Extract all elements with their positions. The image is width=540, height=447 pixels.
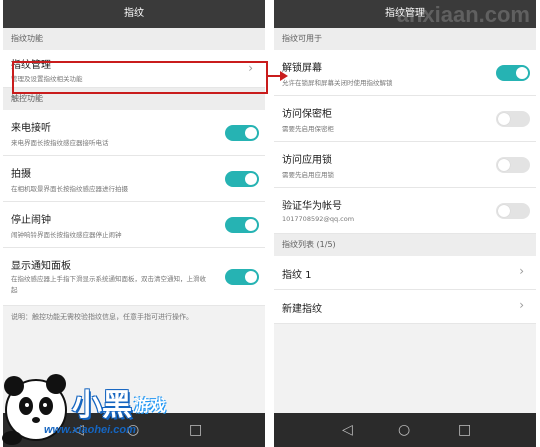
section-header-fingerprint-list: 指纹列表 (1/5) — [274, 234, 536, 256]
logo-url: www.xiaohei.com — [44, 424, 136, 436]
fingerprint-management-screen: 指纹管理 anxiaan.com 指纹可用于 解锁屏幕 允许在锁屏和屏幕关闭时使… — [274, 0, 536, 447]
watermark: anxiaan.com — [396, 2, 530, 27]
site-logo: 小黑 游戏 www.xiaohei.com — [0, 358, 200, 447]
navigation-bar: ◁ ○ □ — [274, 413, 536, 447]
item-title: 访问应用锁 — [282, 155, 332, 166]
item-title: 拍摄 — [11, 169, 31, 180]
chevron-right-icon: › — [519, 264, 524, 278]
touch-features-note: 说明：触控功能无需校验指纹信息，任意手指可进行操作。 — [3, 306, 265, 328]
item-title: 指纹 1 — [282, 270, 312, 281]
item-subtitle: 允许在锁屏和屏幕关闭时使用指纹解锁 — [282, 79, 393, 87]
item-title: 验证华为帐号 — [282, 201, 342, 212]
item-subtitle: 闹钟响铃界面长按指纹感应器停止闹钟 — [11, 231, 122, 239]
section-header-fingerprint-usage: 指纹可用于 — [274, 28, 536, 50]
answer-call-toggle[interactable] — [225, 125, 259, 141]
access-app-lock-toggle[interactable] — [496, 157, 530, 173]
access-safe-toggle[interactable] — [496, 111, 530, 127]
back-icon[interactable]: ◁ — [342, 421, 353, 439]
item-subtitle: 来电界面长按指纹感应器接听电话 — [11, 139, 109, 147]
stop-alarm-toggle[interactable] — [225, 217, 259, 233]
take-photo-toggle[interactable] — [225, 171, 259, 187]
item-subtitle: 在指纹感应器上手指下滑显示系统通知面板，双击清空通知，上滑收起 — [11, 275, 206, 294]
item-title: 解锁屏幕 — [282, 63, 322, 74]
notification-panel-toggle[interactable] — [225, 269, 259, 285]
item-subtitle: 1017708592@qq.com — [282, 215, 355, 223]
access-app-lock-item[interactable]: 访问应用锁 需要先启用应用锁 — [274, 142, 536, 188]
item-title: 来电接听 — [11, 123, 51, 134]
access-safe-item[interactable]: 访问保密柜 需要先启用保密柜 — [274, 96, 536, 142]
item-subtitle: 在相机取景界面长按指纹感应器进行拍摄 — [11, 185, 128, 193]
new-fingerprint-item[interactable]: 新建指纹 › — [274, 290, 536, 324]
fingerprint-1-item[interactable]: 指纹 1 › — [274, 256, 536, 290]
stop-alarm-item[interactable]: 停止闹钟 闹钟响铃界面长按指纹感应器停止闹钟 — [3, 202, 265, 248]
logo-brand-text: 小黑 — [72, 388, 132, 423]
chevron-right-icon: › — [519, 298, 524, 312]
item-title: 访问保密柜 — [282, 109, 332, 120]
section-header-fingerprint-features: 指纹功能 — [3, 28, 265, 50]
recents-icon[interactable]: □ — [458, 421, 471, 439]
annotation-arrow-head — [280, 71, 288, 81]
answer-call-item[interactable]: 来电接听 来电界面长按指纹感应器接听电话 — [3, 110, 265, 156]
highlight-box — [12, 61, 268, 94]
item-title: 显示通知面板 — [11, 261, 71, 272]
unlock-screen-item[interactable]: 解锁屏幕 允许在锁屏和屏幕关闭时使用指纹解锁 — [274, 50, 536, 96]
verify-huawei-account-toggle[interactable] — [496, 203, 530, 219]
notification-panel-item[interactable]: 显示通知面板 在指纹感应器上手指下滑显示系统通知面板，双击清空通知，上滑收起 — [3, 248, 265, 306]
item-title: 停止闹钟 — [11, 215, 51, 226]
item-subtitle: 需要先启用保密柜 — [282, 125, 334, 133]
home-icon[interactable]: ○ — [398, 421, 410, 439]
verify-huawei-account-item[interactable]: 验证华为帐号 1017708592@qq.com — [274, 188, 536, 234]
logo-brand-suffix: 游戏 — [134, 396, 167, 415]
take-photo-item[interactable]: 拍摄 在相机取景界面长按指纹感应器进行拍摄 — [3, 156, 265, 202]
unlock-screen-toggle[interactable] — [496, 65, 530, 81]
item-title: 新建指纹 — [282, 304, 322, 315]
item-subtitle: 需要先启用应用锁 — [282, 171, 334, 179]
page-title: 指纹 — [3, 0, 265, 28]
